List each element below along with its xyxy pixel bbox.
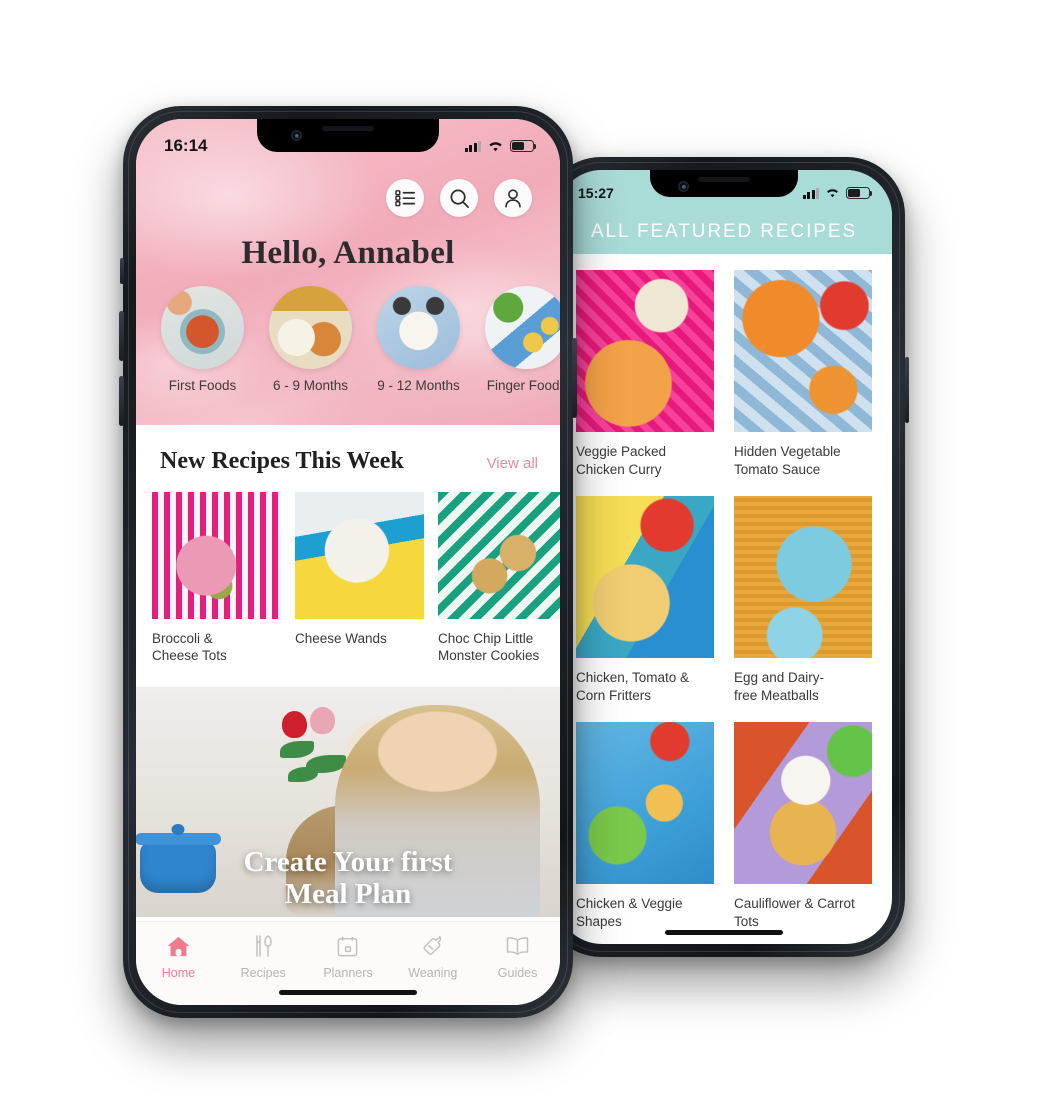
category-label: 9 - 12 Months: [377, 378, 460, 393]
header-actions: [136, 171, 560, 217]
book-icon: [475, 933, 560, 959]
list-icon[interactable]: [386, 179, 424, 217]
notch: [650, 170, 798, 197]
cellular-bars-icon: [802, 187, 819, 199]
category-label: Finger Foods: [486, 378, 560, 393]
tab-guides[interactable]: Guides: [475, 933, 560, 980]
speaker-grille: [322, 126, 374, 131]
tab-label: Recipes: [240, 966, 286, 980]
recipe-title: Cheese Wands: [295, 631, 387, 646]
category-label: 6 - 9 Months: [272, 378, 349, 393]
power-button[interactable]: [905, 357, 909, 423]
house-icon: [136, 933, 221, 959]
phone-device-front: 16:14 Hello, Annabel First Foods 6 - 9 M…: [119, 106, 577, 1018]
home-indicator[interactable]: [665, 930, 783, 935]
category-item[interactable]: First Foods: [152, 286, 253, 393]
status-bar-time: 15:27: [578, 185, 614, 201]
tab-label: Guides: [497, 966, 538, 980]
phone-screen-back: 15:27 ALL FEATURED RECIPES Veggie Packed…: [556, 170, 892, 944]
recipe-title: Broccoli & Cheese Tots: [152, 631, 227, 664]
front-camera-icon: [291, 130, 302, 141]
speaker-grille: [698, 177, 750, 182]
battery-icon: [510, 140, 537, 152]
notch: [257, 119, 439, 152]
recipe-image: [295, 492, 424, 619]
tab-home[interactable]: Home: [136, 933, 221, 980]
phone-device-back: 15:27 ALL FEATURED RECIPES Veggie Packed…: [539, 157, 909, 957]
cellular-bars-icon: [464, 140, 481, 152]
recipe-title: Chicken & Veggie Shapes: [576, 896, 683, 929]
wifi-icon: [827, 189, 838, 198]
category-item[interactable]: 9 - 12 Months: [368, 286, 469, 393]
recipe-card[interactable]: Veggie Packed Chicken Curry: [576, 270, 714, 478]
tab-recipes[interactable]: Recipes: [221, 933, 306, 980]
phone-screen-front: 16:14 Hello, Annabel First Foods 6 - 9 M…: [136, 119, 560, 1005]
category-image: [485, 286, 560, 369]
category-item[interactable]: Finger Foods: [476, 286, 560, 393]
wifi-icon: [489, 141, 502, 151]
front-camera-icon: [678, 181, 689, 192]
recipe-title: Hidden Vegetable Tomato Sauce: [734, 444, 841, 477]
featured-title: ALL FEATURED RECIPES: [590, 221, 858, 242]
mute-switch[interactable]: [120, 258, 124, 284]
status-bar-time: 16:14: [164, 136, 208, 155]
recipe-card[interactable]: Hidden Vegetable Tomato Sauce: [734, 270, 872, 478]
recipe-image: [576, 496, 714, 659]
recipe-image: [576, 722, 714, 885]
featured-recipes-grid: Veggie Packed Chicken Curry Hidden Veget…: [556, 254, 892, 930]
category-image: [161, 286, 244, 369]
power-button[interactable]: [572, 338, 577, 418]
recipe-card[interactable]: Egg and Dairy- free Meatballs: [734, 496, 872, 704]
volume-down-button[interactable]: [119, 376, 124, 426]
recipe-card[interactable]: Broccoli & Cheese Tots: [152, 492, 281, 665]
recipe-title: Chicken, Tomato & Corn Fritters: [576, 670, 690, 703]
tab-label: Home: [161, 966, 196, 980]
home-indicator[interactable]: [279, 990, 417, 995]
search-icon[interactable]: [440, 179, 478, 217]
recipe-card[interactable]: Choc Chip Little Monster Cookies: [438, 492, 560, 665]
section-title: New Recipes This Week: [160, 448, 404, 474]
bottle-icon: [390, 933, 475, 959]
home-screen: Hello, Annabel First Foods 6 - 9 Months: [136, 119, 560, 1005]
tab-planners[interactable]: Planners: [306, 933, 391, 980]
recipe-image: [734, 496, 872, 659]
recipe-card[interactable]: Cheese Wands: [295, 492, 424, 665]
new-recipes-carousel[interactable]: Broccoli & Cheese Tots Cheese Wands Choc…: [136, 475, 560, 665]
new-recipes-header: New Recipes This Week View all: [136, 425, 560, 475]
featured-recipes-screen: ALL FEATURED RECIPES Veggie Packed Chick…: [556, 170, 892, 944]
recipe-card[interactable]: Chicken, Tomato & Corn Fritters: [576, 496, 714, 704]
category-item[interactable]: 6 - 9 Months: [260, 286, 361, 393]
tab-label: Planners: [323, 966, 373, 980]
recipe-title: Veggie Packed Chicken Curry: [576, 444, 667, 477]
recipe-image: [152, 492, 281, 619]
recipe-image: [576, 270, 714, 432]
page-title: Hello, Annabel: [241, 235, 455, 271]
cutlery-icon: [221, 933, 306, 959]
recipe-card[interactable]: Cauliflower & Carrot Tots: [734, 722, 872, 930]
recipe-card[interactable]: Chicken & Veggie Shapes: [576, 722, 714, 930]
recipe-image: [438, 492, 560, 619]
view-all-link[interactable]: View all: [487, 455, 538, 472]
promo-title: Create Your first Meal Plan: [243, 845, 453, 911]
recipe-image: [734, 722, 872, 885]
tab-label: Weaning: [408, 966, 458, 980]
category-image: [269, 286, 352, 369]
category-image: [377, 286, 460, 369]
recipe-title: Egg and Dairy- free Meatballs: [734, 670, 825, 703]
profile-icon[interactable]: [494, 179, 532, 217]
meal-plan-promo-banner[interactable]: Create Your first Meal Plan: [136, 686, 560, 917]
recipe-image: [734, 270, 872, 432]
volume-up-button[interactable]: [119, 311, 124, 361]
category-label: First Foods: [168, 378, 237, 393]
recipe-title: Cauliflower & Carrot Tots: [734, 896, 855, 929]
recipe-title: Choc Chip Little Monster Cookies: [438, 631, 540, 664]
category-carousel[interactable]: First Foods 6 - 9 Months 9 - 12 Months F…: [136, 286, 560, 401]
tab-weaning[interactable]: Weaning: [390, 933, 475, 980]
calendar-icon: [306, 933, 391, 959]
screenshot-stage: 15:27 ALL FEATURED RECIPES Veggie Packed…: [0, 0, 1044, 1094]
battery-icon: [846, 187, 873, 199]
